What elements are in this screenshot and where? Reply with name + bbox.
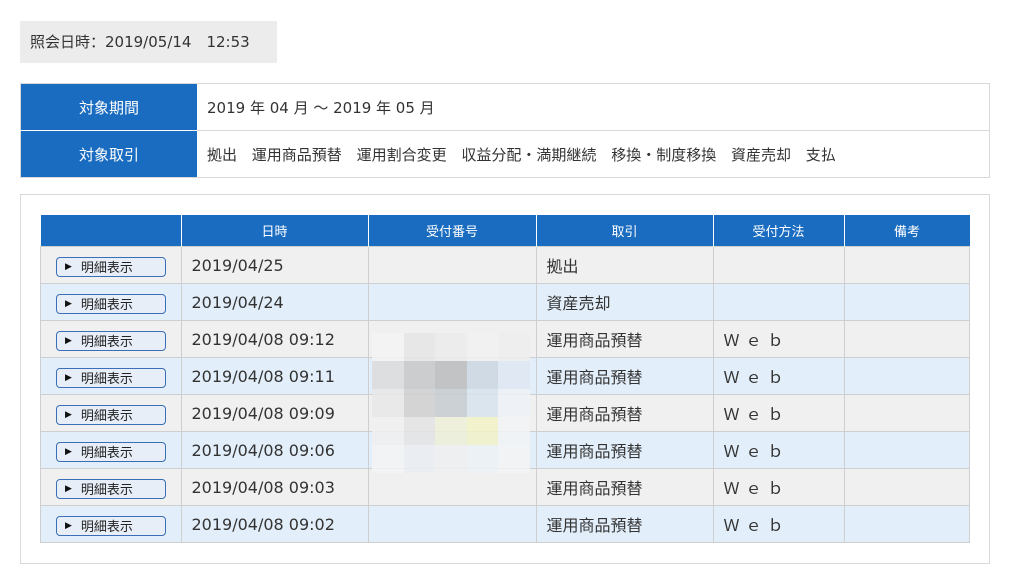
table-row: ▶ 明細表示 2019/04/08 09:03 運用商品預替 Ｗｅｂ xyxy=(40,468,970,506)
detail-cell: ▶ 明細表示 xyxy=(40,468,182,506)
row-trade: 運用商品預替 xyxy=(535,505,714,543)
row-note xyxy=(843,468,970,506)
row-receipt-number xyxy=(367,505,537,543)
trade-type: 移換・制度移換 xyxy=(611,145,717,164)
row-trade: 運用商品預替 xyxy=(535,394,714,432)
row-trade: 運用商品預替 xyxy=(535,468,714,506)
row-datetime: 2019/04/08 09:03 xyxy=(180,468,369,506)
detail-cell: ▶ 明細表示 xyxy=(40,283,182,321)
play-icon: ▶ xyxy=(65,520,72,531)
row-method: Ｗｅｂ xyxy=(712,505,845,543)
detail-button[interactable]: ▶ 明細表示 xyxy=(56,367,166,388)
row-datetime: 2019/04/25 xyxy=(180,246,369,284)
row-trade: 資産売却 xyxy=(535,283,714,321)
play-icon: ▶ xyxy=(65,483,72,494)
row-datetime: 2019/04/08 09:11 xyxy=(180,357,369,395)
trade-type: 資産売却 xyxy=(730,145,791,164)
detail-button-label: 明細表示 xyxy=(80,483,133,498)
detail-button[interactable]: ▶ 明細表示 xyxy=(56,256,166,277)
row-note xyxy=(843,246,970,284)
row-method: Ｗｅｂ xyxy=(712,357,845,395)
detail-button-label: 明細表示 xyxy=(80,261,133,276)
row-trade: 運用商品預替 xyxy=(535,357,714,395)
row-trade: 運用商品預替 xyxy=(535,431,714,469)
detail-button[interactable]: ▶ 明細表示 xyxy=(56,293,166,314)
row-note xyxy=(843,283,970,321)
play-icon: ▶ xyxy=(65,446,72,457)
detail-cell: ▶ 明細表示 xyxy=(40,246,182,284)
detail-cell: ▶ 明細表示 xyxy=(40,505,182,543)
row-method xyxy=(712,283,845,321)
row-trade: 運用商品預替 xyxy=(535,320,714,358)
table-row: ▶ 明細表示 2019/04/24 資産売却 xyxy=(40,283,970,321)
play-icon: ▶ xyxy=(65,298,72,309)
detail-button-label: 明細表示 xyxy=(80,298,133,313)
detail-button[interactable]: ▶ 明細表示 xyxy=(56,330,166,351)
row-datetime: 2019/04/08 09:02 xyxy=(180,505,369,543)
detail-button-label: 明細表示 xyxy=(80,372,133,387)
play-icon: ▶ xyxy=(65,335,72,346)
trade-type: 収益分配・満期継続 xyxy=(461,145,597,164)
header-datetime: 日時 xyxy=(181,215,369,247)
table-row: ▶ 明細表示 2019/04/25 拠出 xyxy=(40,246,970,284)
detail-button[interactable]: ▶ 明細表示 xyxy=(56,515,166,536)
detail-cell: ▶ 明細表示 xyxy=(40,431,182,469)
row-datetime: 2019/04/24 xyxy=(180,283,369,321)
inquiry-datetime: 照会日時：2019/05/14 12:53 xyxy=(20,21,277,63)
row-method: Ｗｅｂ xyxy=(712,468,845,506)
trade-type: 運用商品預替 xyxy=(251,145,342,164)
search-conditions: 対象期間 2019 年 04 月 ～ 2019 年 05 月 対象取引 拠出 運… xyxy=(20,83,990,178)
row-datetime: 2019/04/08 09:12 xyxy=(180,320,369,358)
detail-button[interactable]: ▶ 明細表示 xyxy=(56,441,166,462)
row-receipt-number xyxy=(367,283,537,321)
trade-type: 運用割合変更 xyxy=(356,145,447,164)
detail-button[interactable]: ▶ 明細表示 xyxy=(56,478,166,499)
header-action xyxy=(40,215,182,247)
row-receipt-number xyxy=(367,246,537,284)
row-note xyxy=(843,431,970,469)
row-trade: 拠出 xyxy=(535,246,714,284)
detail-button-label: 明細表示 xyxy=(80,446,133,461)
trade-type: 支払 xyxy=(805,145,836,164)
table-row: ▶ 明細表示 2019/04/08 09:02 運用商品預替 Ｗｅｂ xyxy=(40,505,970,543)
header-trade: 取引 xyxy=(536,215,714,247)
row-datetime: 2019/04/08 09:09 xyxy=(180,394,369,432)
play-icon: ▶ xyxy=(65,261,72,272)
row-note xyxy=(843,505,970,543)
header-method: 受付方法 xyxy=(713,215,845,247)
trade-types: 拠出 運用商品預替 運用割合変更 収益分配・満期継続 移換・制度移換 資産売却 … xyxy=(197,131,990,178)
header-note: 備考 xyxy=(844,215,970,247)
row-note xyxy=(843,320,970,358)
row-receipt-number xyxy=(367,468,537,506)
trades-label: 対象取引 xyxy=(20,130,197,178)
detail-button-label: 明細表示 xyxy=(80,335,133,350)
period-label: 対象期間 xyxy=(20,83,197,131)
redacted-receipt-numbers xyxy=(372,333,530,473)
play-icon: ▶ xyxy=(65,409,72,420)
row-datetime: 2019/04/08 09:06 xyxy=(180,431,369,469)
row-note xyxy=(843,394,970,432)
detail-button-label: 明細表示 xyxy=(80,520,133,535)
trade-type: 拠出 xyxy=(207,145,238,164)
detail-cell: ▶ 明細表示 xyxy=(40,320,182,358)
row-note xyxy=(843,357,970,395)
row-method: Ｗｅｂ xyxy=(712,394,845,432)
table-header-row: 日時 受付番号 取引 受付方法 備考 xyxy=(40,215,970,247)
detail-cell: ▶ 明細表示 xyxy=(40,357,182,395)
row-method: Ｗｅｂ xyxy=(712,320,845,358)
detail-button-label: 明細表示 xyxy=(80,409,133,424)
row-method xyxy=(712,246,845,284)
detail-button[interactable]: ▶ 明細表示 xyxy=(56,404,166,425)
header-receipt-number: 受付番号 xyxy=(368,215,537,247)
play-icon: ▶ xyxy=(65,372,72,383)
detail-cell: ▶ 明細表示 xyxy=(40,394,182,432)
row-method: Ｗｅｂ xyxy=(712,431,845,469)
period-value: 2019 年 04 月 ～ 2019 年 05 月 xyxy=(197,83,990,131)
